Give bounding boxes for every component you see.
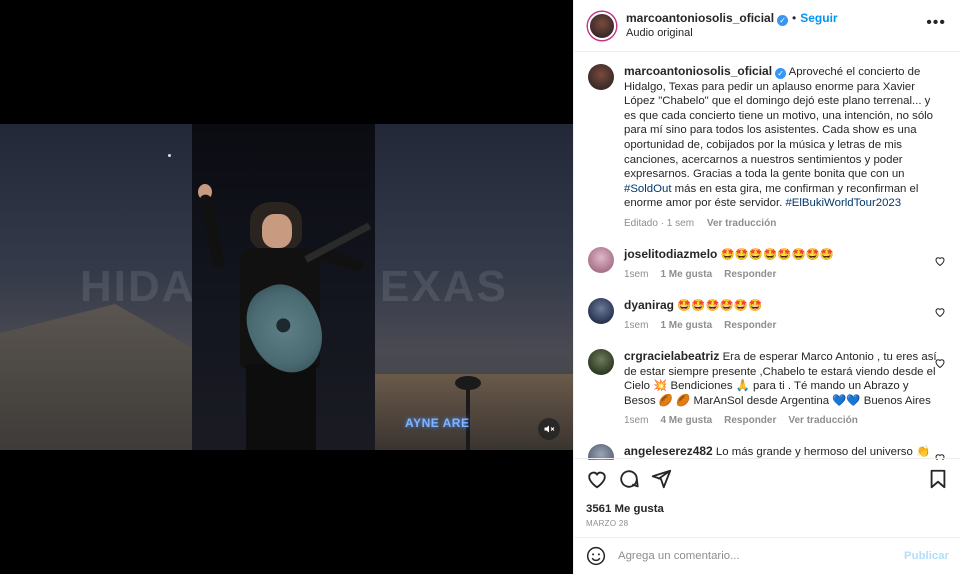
arena-sign: AYNE ARE — [405, 416, 470, 430]
likes-count[interactable]: 3561 Me gusta — [586, 503, 949, 515]
performer-legs — [246, 364, 316, 450]
avatar[interactable] — [588, 64, 614, 90]
comment-username[interactable]: dyanirag — [624, 298, 674, 312]
add-comment-bar: Publicar — [574, 537, 960, 574]
comment-text: 🤩🤩🤩🤩🤩🤩 — [677, 299, 763, 312]
performer — [198, 184, 372, 450]
heart-icon[interactable] — [934, 255, 946, 267]
share-icon[interactable] — [650, 468, 672, 490]
comment-likes[interactable]: 1 Me gusta — [660, 269, 712, 280]
watermark-right: EXAS — [380, 262, 508, 311]
separator-dot: • — [792, 11, 797, 25]
comment-time: 1sem — [624, 269, 649, 281]
comment-meta: 1sem 1 Me gusta Responder — [624, 268, 942, 283]
translate-link[interactable]: Ver traducción — [707, 218, 776, 229]
audio-link[interactable]: Audio original — [626, 26, 838, 41]
caption-edited-time: Editado · 1 sem — [624, 217, 695, 229]
concert-photo[interactable]: HIDA EXAS AYNE ARE — [0, 124, 573, 450]
watermark-left: HIDA — [80, 262, 196, 311]
verified-icon: ✓ — [777, 15, 789, 26]
header-text: marcoantoniosolis_oficial ✓ • Seguir Audio … — [626, 10, 838, 41]
volume-off-icon[interactable] — [538, 418, 560, 440]
comment-time: 1sem — [624, 320, 649, 332]
caption-username[interactable]: marcoantoniosolis_oficial — [624, 64, 772, 78]
comment-username[interactable]: crgracielabeatriz — [624, 349, 719, 363]
post-caption: marcoantoniosolis_oficial ✓ Aproveché el … — [588, 64, 946, 232]
raised-arm — [198, 193, 226, 269]
comment-item: dyanirag 🤩🤩🤩🤩🤩🤩 1sem 1 Me gusta Responder — [588, 297, 946, 334]
heart-icon[interactable] — [586, 468, 608, 490]
header-username[interactable]: marcoantoniosolis_oficial — [626, 11, 774, 25]
comment-body: crgracielabeatriz Era de esperar Marco A… — [624, 349, 942, 429]
moon — [168, 154, 171, 157]
avatar[interactable] — [588, 246, 614, 273]
heart-icon[interactable] — [934, 306, 946, 318]
avatar[interactable] — [588, 348, 614, 375]
comment-username[interactable]: angeleserez482 — [624, 444, 713, 458]
heart-icon[interactable] — [934, 357, 946, 369]
reply-button[interactable]: Responder — [724, 320, 776, 331]
comment-body: joselitodiazmelo 🤩🤩🤩🤩🤩🤩🤩🤩 1sem 1 Me gusta… — [624, 247, 942, 283]
emoji-icon[interactable] — [586, 546, 606, 566]
caption-meta: Editado · 1 sem Ver traducción — [624, 217, 944, 232]
caption-body: marcoantoniosolis_oficial ✓ Aproveché el … — [624, 64, 944, 232]
post-header: marcoantoniosolis_oficial ✓ • Seguir Audio … — [574, 0, 960, 52]
comment-meta: 1sem 4 Me gusta Responder Ver traducción — [624, 414, 942, 429]
performer-face — [262, 214, 292, 248]
verified-icon: ✓ — [775, 68, 787, 79]
instagram-post-modal: HIDA EXAS AYNE ARE marcoantoniosolis_ofi… — [0, 0, 960, 574]
comment-item: joselitodiazmelo 🤩🤩🤩🤩🤩🤩🤩🤩 1sem 1 Me gusta… — [588, 246, 946, 283]
comment-item: crgracielabeatriz Era de esperar Marco A… — [588, 348, 946, 429]
bookmark-icon[interactable] — [927, 468, 949, 490]
action-icons — [586, 467, 949, 491]
performer-panel — [192, 124, 375, 450]
more-horizontal-icon[interactable]: ••• — [926, 15, 946, 31]
avatar[interactable] — [588, 297, 614, 324]
comments-scroll[interactable]: marcoantoniosolis_oficial ✓ Aproveché el … — [574, 52, 960, 460]
comment-username[interactable]: joselitodiazmelo — [624, 247, 717, 261]
avatar[interactable] — [588, 11, 616, 40]
caption-text: Aproveché el concierto de Hidalgo, Texas… — [624, 66, 934, 181]
comment-body: dyanirag 🤩🤩🤩🤩🤩🤩 1sem 1 Me gusta Responder — [624, 298, 942, 334]
comment-likes[interactable]: 1 Me gusta — [660, 320, 712, 331]
post-media-area: HIDA EXAS AYNE ARE — [0, 0, 573, 574]
hashtag-link[interactable]: #ElBukiWorldTour2023 — [785, 197, 901, 209]
guitar-soundhole — [274, 316, 293, 335]
comment-input[interactable] — [618, 550, 888, 562]
hashtag-link[interactable]: #SoldOut — [624, 183, 672, 195]
post-date: MARZO 28 — [586, 519, 629, 528]
post-side-panel: marcoantoniosolis_oficial ✓ • Seguir Audio … — [573, 0, 960, 574]
reply-button[interactable]: Responder — [724, 415, 776, 426]
comment-meta: 1sem 1 Me gusta Responder — [624, 319, 942, 334]
follow-button[interactable]: Seguir — [800, 11, 837, 25]
post-actions: 3561 Me gusta MARZO 28 — [574, 458, 960, 528]
comment-icon[interactable] — [618, 468, 640, 490]
comment-time: 1sem — [624, 415, 649, 427]
translate-link[interactable]: Ver traducción — [788, 415, 857, 426]
publish-button[interactable]: Publicar — [904, 550, 949, 562]
reply-button[interactable]: Responder — [724, 269, 776, 280]
comment-text: 🤩🤩🤩🤩🤩🤩🤩🤩 — [720, 248, 834, 261]
comment-likes[interactable]: 4 Me gusta — [660, 415, 712, 426]
